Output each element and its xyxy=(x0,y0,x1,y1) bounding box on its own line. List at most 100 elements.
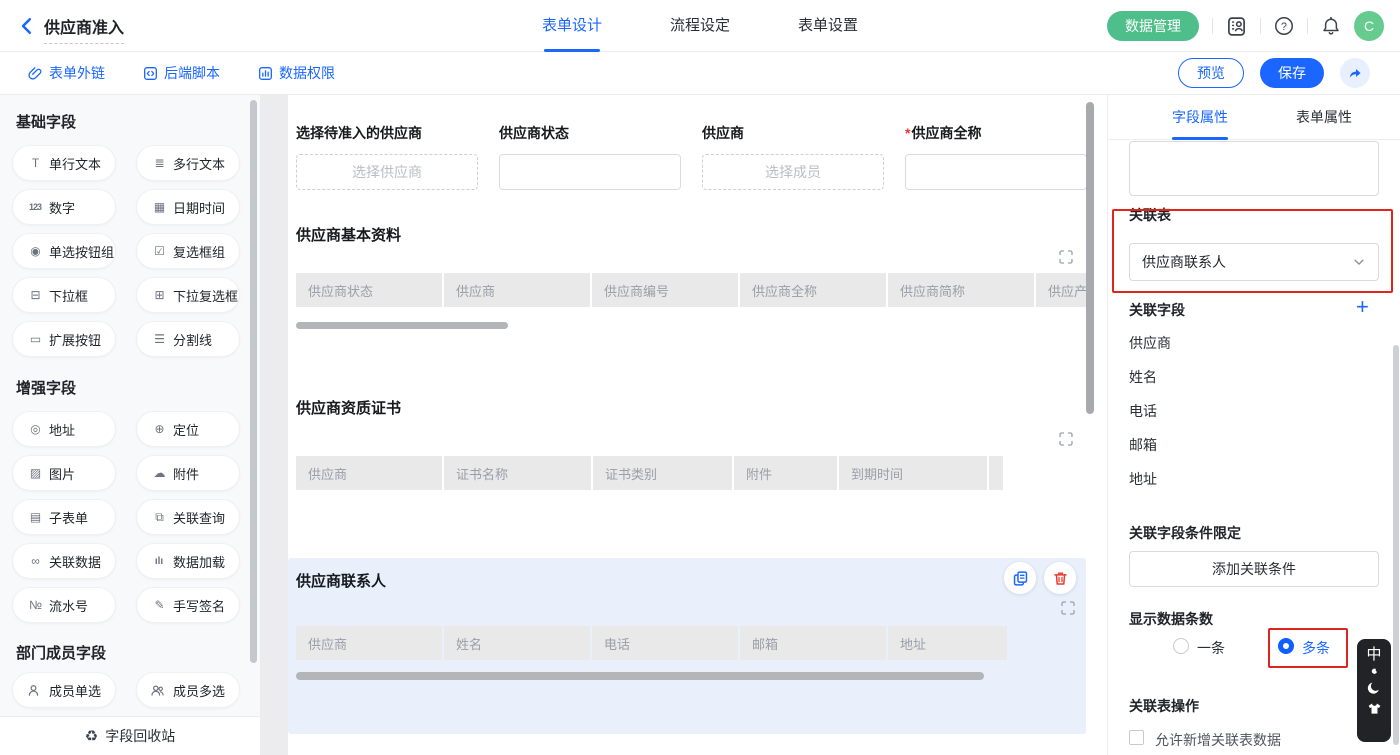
related-fields-label: 关联字段 xyxy=(1129,300,1185,320)
field-pill-extend-button[interactable]: ▭扩展按钮 xyxy=(12,321,116,357)
backend-script-link[interactable]: 后端脚本 xyxy=(143,63,220,83)
data-permission-link[interactable]: 数据权限 xyxy=(258,63,335,83)
field-pill-related-data[interactable]: ∞关联数据 xyxy=(12,543,116,579)
tab-form-properties[interactable]: 表单属性 xyxy=(1296,95,1352,140)
address-book-icon[interactable] xyxy=(1226,16,1247,37)
basic-info-table-header[interactable]: 供应商状态 供应商 供应商编号 供应商全称 供应商简称 供应产 xyxy=(296,273,1086,307)
section-title-member-fields: 部门成员字段 xyxy=(16,642,260,663)
related-field-item[interactable]: 电话 xyxy=(1129,401,1157,421)
user-avatar[interactable]: C xyxy=(1354,11,1384,41)
tab-field-properties[interactable]: 字段属性 xyxy=(1172,95,1228,140)
supplier-full-name-input[interactable] xyxy=(905,154,1086,190)
tab-form-design[interactable]: 表单设计 xyxy=(542,0,602,52)
field-library-sidebar: 基础字段 T单行文本 ≣多行文本 123数字 ▦日期时间 ◉单选按钮组 ☑复选框… xyxy=(0,95,260,755)
column-header: 到期时间 xyxy=(839,456,987,490)
main-tabs: 表单设计 流程设定 表单设置 xyxy=(542,0,858,52)
column-header: 地址 xyxy=(888,626,1007,660)
field-pill-handwritten-signature[interactable]: ✎手写签名 xyxy=(136,587,240,623)
expand-icon[interactable] xyxy=(1060,600,1076,616)
add-related-field-icon[interactable]: + xyxy=(1356,298,1369,316)
table-horizontal-scrollbar[interactable] xyxy=(296,322,508,329)
chevron-down-icon xyxy=(1352,255,1366,269)
top-bar: 供应商准入 表单设计 流程设定 表单设置 数据管理 ? C xyxy=(0,0,1400,52)
expand-icon[interactable] xyxy=(1058,431,1074,447)
radio-single-row[interactable] xyxy=(1173,638,1189,654)
related-table-select[interactable]: 供应商联系人 xyxy=(1129,243,1379,281)
back-icon[interactable] xyxy=(18,17,36,35)
column-header: 证书名称 xyxy=(444,456,591,490)
delete-widget-button[interactable] xyxy=(1044,562,1076,594)
table-title-basic-info: 供应商基本资料 xyxy=(296,224,401,245)
contacts-table-header[interactable]: 供应商 姓名 电话 邮箱 地址 xyxy=(296,626,1009,660)
related-field-item[interactable]: 姓名 xyxy=(1129,367,1157,387)
data-manage-button[interactable]: 数据管理 xyxy=(1107,11,1199,41)
field-pill-single-line-text[interactable]: T单行文本 xyxy=(12,145,116,181)
language-toggle-icon[interactable]: 中 xyxy=(1366,647,1381,663)
truncated-text-input[interactable] xyxy=(1129,141,1379,196)
field-pill-subform[interactable]: ▤子表单 xyxy=(12,499,116,535)
select-supplier-input[interactable]: 选择供应商 xyxy=(296,154,478,190)
preview-button[interactable]: 预览 xyxy=(1178,58,1244,88)
small-toggle-icon[interactable] xyxy=(1371,668,1378,675)
field-pill-divider[interactable]: ☰分割线 xyxy=(136,321,240,357)
subform-icon: ▤ xyxy=(26,510,44,524)
field-pill-datetime[interactable]: ▦日期时间 xyxy=(136,189,240,225)
save-button[interactable]: 保存 xyxy=(1260,58,1324,88)
form-external-link[interactable]: 表单外链 xyxy=(28,63,105,83)
add-condition-button[interactable]: 添加关联条件 xyxy=(1129,551,1379,587)
top-right-cluster: 数据管理 ? C xyxy=(1107,0,1384,52)
radio-multiple-rows-label[interactable]: 多条 xyxy=(1302,638,1330,658)
field-pill-geolocation[interactable]: ⊕定位 xyxy=(136,411,240,447)
field-supplier[interactable]: 供应商 选择成员 xyxy=(702,123,884,190)
supplier-status-input[interactable] xyxy=(499,154,681,190)
table-title-certificates: 供应商资质证书 xyxy=(296,397,401,418)
field-pill-image[interactable]: ▨图片 xyxy=(12,455,116,491)
expand-icon[interactable] xyxy=(1058,249,1074,265)
field-pill-multi-dropdown[interactable]: ⊞下拉复选框 xyxy=(136,277,240,313)
field-select-pending-supplier[interactable]: 选择待准入的供应商 选择供应商 xyxy=(296,123,478,190)
related-field-item[interactable]: 地址 xyxy=(1129,469,1157,489)
field-pill-checkbox-group[interactable]: ☑复选框组 xyxy=(136,233,240,269)
panel-scrollbar[interactable] xyxy=(1393,345,1399,745)
field-pill-attachment[interactable]: ☁附件 xyxy=(136,455,240,491)
certificates-table-header[interactable]: 供应商 证书名称 证书类别 附件 到期时间 xyxy=(296,456,1005,490)
field-supplier-full-name[interactable]: *供应商全称 xyxy=(905,123,1086,190)
divider xyxy=(1307,18,1308,34)
field-pill-data-load[interactable]: ılı数据加载 xyxy=(136,543,240,579)
radio-multiple-rows[interactable] xyxy=(1278,638,1294,654)
allow-add-related-data-checkbox[interactable] xyxy=(1129,730,1144,745)
tab-flow-setting[interactable]: 流程设定 xyxy=(670,0,730,52)
radio-single-row-label[interactable]: 一条 xyxy=(1197,638,1225,658)
field-pill-dropdown[interactable]: ⊟下拉框 xyxy=(12,277,116,313)
field-pill-member-multi[interactable]: 成员多选 xyxy=(136,672,240,708)
canvas-scrollbar[interactable] xyxy=(1086,102,1094,414)
tab-form-setting[interactable]: 表单设置 xyxy=(798,0,858,52)
single-line-text-icon: T xyxy=(26,156,44,170)
field-supplier-status[interactable]: 供应商状态 xyxy=(499,123,681,190)
dark-mode-moon-icon[interactable] xyxy=(1366,680,1382,696)
field-pill-serial-number[interactable]: №流水号 xyxy=(12,587,116,623)
share-button[interactable] xyxy=(1340,58,1370,88)
selected-widget-supplier-contacts[interactable]: 供应商联系人 供应商 姓名 电话 邮箱 地址 xyxy=(288,558,1086,734)
sidebar-scrollbar[interactable] xyxy=(250,100,257,663)
column-header: 供应商 xyxy=(444,273,590,307)
theme-shirt-icon[interactable] xyxy=(1367,701,1382,716)
field-pill-number[interactable]: 123数字 xyxy=(12,189,116,225)
field-pill-radio-group[interactable]: ◉单选按钮组 xyxy=(12,233,116,269)
table-horizontal-scrollbar[interactable] xyxy=(296,672,984,680)
select-member-input[interactable]: 选择成员 xyxy=(702,154,884,190)
allow-add-related-data-label[interactable]: 允许新增关联表数据 xyxy=(1155,730,1281,750)
field-pill-address[interactable]: ◎地址 xyxy=(12,411,116,447)
link-icon xyxy=(28,66,43,81)
related-field-item[interactable]: 邮箱 xyxy=(1129,435,1157,455)
field-pill-member-single[interactable]: 成员单选 xyxy=(12,672,116,708)
related-table-value: 供应商联系人 xyxy=(1142,252,1226,272)
field-pill-related-query[interactable]: ⧉关联查询 xyxy=(136,499,240,535)
field-pill-multi-line-text[interactable]: ≣多行文本 xyxy=(136,145,240,181)
field-recycle-bin[interactable]: ♻ 字段回收站 xyxy=(0,716,260,755)
copy-widget-button[interactable] xyxy=(1004,562,1036,594)
help-icon[interactable]: ? xyxy=(1274,16,1294,36)
page-title[interactable]: 供应商准入 xyxy=(44,14,124,44)
notification-bell-icon[interactable] xyxy=(1321,16,1341,36)
related-field-item[interactable]: 供应商 xyxy=(1129,333,1171,353)
